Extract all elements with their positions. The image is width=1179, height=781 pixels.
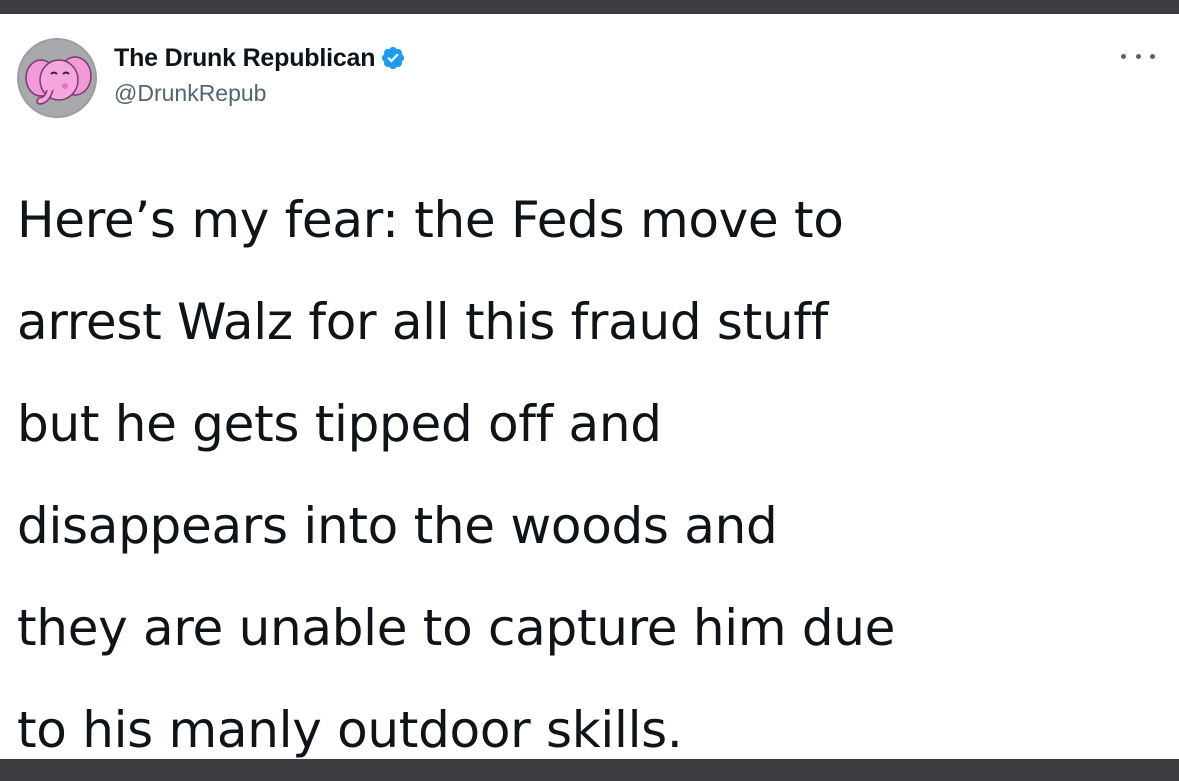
tweet-text-line: but he gets tipped off and <box>17 395 662 453</box>
tweet-text-line: disappears into the woods and <box>17 497 778 555</box>
author-name-row: The Drunk Republican <box>114 40 406 76</box>
avatar[interactable] <box>17 38 97 118</box>
more-options-icon[interactable] <box>1121 48 1155 64</box>
tweet-text-line: Here’s my fear: the Feds move to <box>17 191 844 249</box>
author-handle[interactable]: @DrunkRepub <box>114 80 266 107</box>
display-name[interactable]: The Drunk Republican <box>114 44 376 73</box>
tweet-text: Here’s my fear: the Feds move to arrest … <box>17 169 1157 781</box>
verified-badge-icon <box>380 45 406 71</box>
tweet-text-line: arrest Walz for all this fraud stuff <box>17 293 828 351</box>
tweet-text-line: to his manly outdoor skills. <box>17 701 683 759</box>
tweet-card: The Drunk Republican @DrunkRepub Here’s … <box>0 14 1179 759</box>
pink-elephant-avatar-icon <box>17 38 97 118</box>
tweet-text-line: they are unable to capture him due <box>17 599 896 657</box>
